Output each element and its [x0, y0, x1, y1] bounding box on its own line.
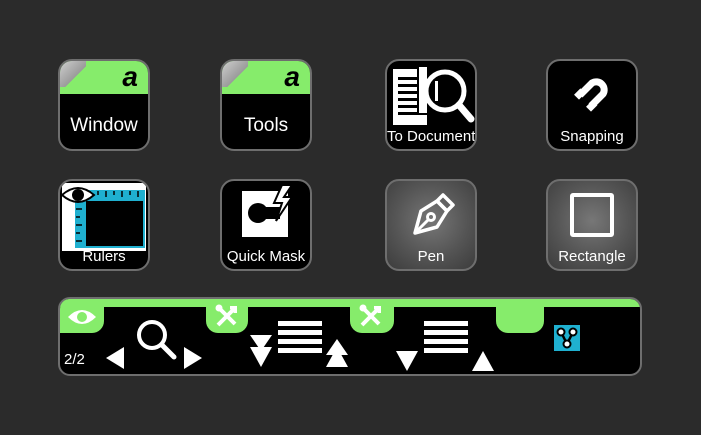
magnet-icon — [574, 78, 608, 112]
page-curl-icon — [222, 61, 248, 87]
zoom-icon — [137, 320, 177, 360]
rectangle-icon — [570, 193, 614, 237]
right-tab — [496, 299, 544, 333]
layer-order-icon[interactable] — [250, 317, 350, 373]
tools-key[interactable]: a Tools — [220, 59, 312, 151]
key-label: Rulers — [82, 248, 126, 265]
bring-forward-arrow-icon — [326, 339, 348, 355]
lines-icon — [278, 321, 322, 353]
quick-mask-key[interactable]: Quick Mask — [220, 179, 312, 271]
zoom-left-arrow-icon[interactable] — [106, 347, 124, 369]
zoom-right-arrow-icon[interactable] — [184, 347, 202, 369]
key-label: Snapping — [560, 128, 624, 145]
key-label: Tools — [243, 115, 289, 136]
rectangle-key[interactable]: Rectangle — [546, 179, 638, 271]
rulers-key[interactable]: Rulers — [58, 179, 150, 271]
key-label: Window — [70, 115, 138, 136]
app-logo-icon: a — [122, 61, 138, 92]
bring-forward-arrow-icon — [472, 351, 494, 371]
node-graph-icon[interactable] — [554, 325, 580, 351]
rulers-icon — [60, 183, 146, 251]
page-curl-icon — [60, 61, 86, 87]
page-indicator: 2/2 — [64, 351, 85, 368]
key-label: Quick Mask — [226, 248, 306, 265]
tools-icon — [215, 304, 237, 327]
send-backward-arrow-icon — [250, 335, 272, 351]
quick-mask-icon — [242, 184, 294, 237]
layer-order-icon[interactable] — [396, 317, 496, 373]
pen-key[interactable]: Pen — [385, 179, 477, 271]
eye-icon — [68, 310, 96, 324]
lines-icon — [424, 321, 468, 353]
to-document-key[interactable]: To Document — [385, 59, 477, 151]
window-key[interactable]: a Window — [58, 59, 150, 151]
shortcut-bar[interactable]: 2/2 — [58, 297, 642, 376]
tools-icon — [359, 304, 381, 327]
pen-nib-icon — [413, 193, 455, 235]
snapping-key[interactable]: Snapping — [546, 59, 638, 151]
key-label: Pen — [417, 248, 445, 265]
send-backward-arrow-icon — [396, 351, 418, 371]
key-label: Rectangle — [558, 248, 626, 265]
app-logo-icon: a — [284, 61, 300, 92]
zoom-to-document-icon — [393, 65, 475, 125]
key-label: To Document — [387, 128, 476, 145]
